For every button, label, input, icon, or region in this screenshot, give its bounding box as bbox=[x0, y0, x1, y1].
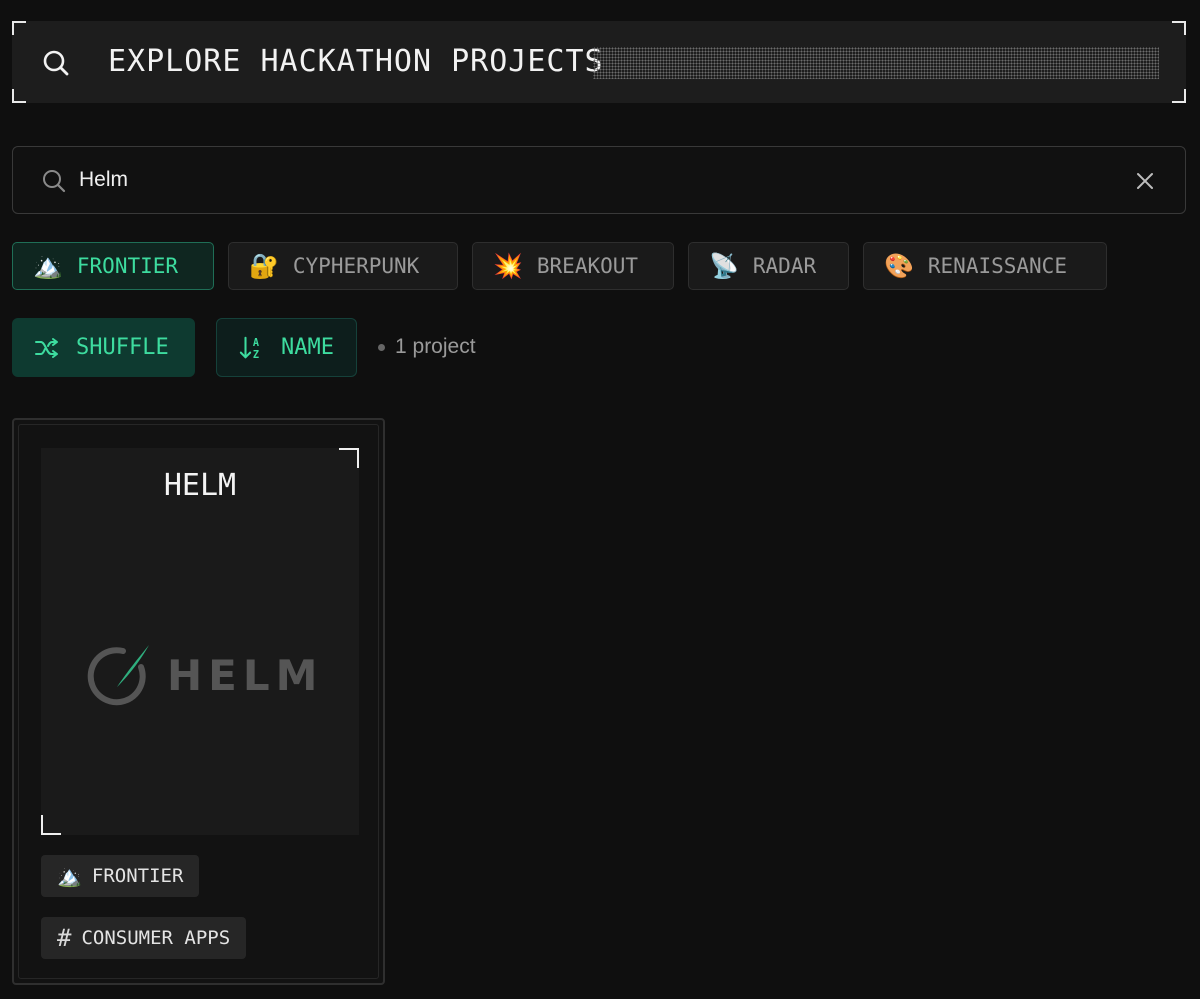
palette-icon: 🎨 bbox=[884, 252, 914, 280]
page-header: EXPLORE HACKATHON PROJECTS bbox=[12, 21, 1186, 103]
bullet-dot bbox=[378, 343, 385, 351]
track-chip-label: BREAKOUT bbox=[536, 254, 639, 278]
hash-icon: # bbox=[57, 924, 72, 952]
frame-corner bbox=[41, 815, 61, 835]
shuffle-icon bbox=[35, 337, 58, 358]
svg-text:Z: Z bbox=[253, 350, 259, 361]
project-count: 1 project bbox=[378, 335, 476, 359]
shuffle-button[interactable]: SHUFFLE bbox=[12, 318, 195, 377]
frame-corner bbox=[1172, 21, 1186, 35]
track-chip-label: CYPHERPUNK bbox=[292, 254, 420, 278]
project-card[interactable]: HELM HELM 🏔️ FRONTIER # CONSUMER APPS bbox=[12, 418, 385, 985]
track-tag[interactable]: 🏔️ FRONTIER bbox=[41, 855, 200, 897]
mountain-icon: 🏔️ bbox=[33, 252, 63, 280]
track-chip-frontier[interactable]: 🏔️ FRONTIER bbox=[12, 242, 214, 290]
project-thumbnail[interactable]: HELM HELM bbox=[41, 448, 359, 835]
page-title: EXPLORE HACKATHON PROJECTS bbox=[108, 44, 604, 79]
track-chip-label: FRONTIER bbox=[76, 254, 179, 278]
svg-text:A: A bbox=[253, 338, 259, 349]
track-chip-cypherpunk[interactable]: 🔐 CYPHERPUNK bbox=[228, 242, 458, 290]
frame-corner bbox=[1172, 89, 1186, 103]
search-bar bbox=[12, 146, 1186, 214]
sort-by-name-button[interactable]: A Z NAME bbox=[216, 318, 357, 377]
search-input[interactable] bbox=[79, 161, 1099, 199]
track-tag-label: FRONTIER bbox=[91, 865, 184, 887]
track-chip-renaissance[interactable]: 🎨 RENAISSANCE bbox=[863, 242, 1107, 290]
mountain-icon: 🏔️ bbox=[57, 864, 82, 888]
sort-button-label: NAME bbox=[281, 335, 334, 360]
track-chip-breakout[interactable]: 💥 BREAKOUT bbox=[472, 242, 674, 290]
search-icon bbox=[43, 50, 69, 76]
collision-icon: 💥 bbox=[493, 252, 523, 280]
dither-pattern bbox=[593, 47, 1159, 79]
track-chip-label: RADAR bbox=[752, 254, 817, 278]
satellite-dish-icon: 📡 bbox=[709, 252, 739, 280]
shuffle-button-label: SHUFFLE bbox=[76, 335, 169, 360]
lock-icon: 🔐 bbox=[249, 252, 279, 280]
frame-corner bbox=[12, 21, 26, 35]
track-chip-label: RENAISSANCE bbox=[927, 254, 1067, 278]
logo-wordmark: HELM bbox=[167, 651, 324, 700]
category-tag-label: CONSUMER APPS bbox=[81, 927, 231, 949]
project-count-text: 1 project bbox=[395, 335, 476, 358]
close-icon[interactable] bbox=[1133, 169, 1157, 193]
helm-logo-icon bbox=[87, 645, 149, 706]
project-logo: HELM bbox=[83, 643, 319, 707]
track-chip-radar[interactable]: 📡 RADAR bbox=[688, 242, 849, 290]
search-icon bbox=[43, 170, 66, 193]
frame-corner bbox=[339, 448, 359, 468]
project-title: HELM bbox=[163, 468, 237, 503]
category-tag[interactable]: # CONSUMER APPS bbox=[41, 917, 247, 959]
frame-corner bbox=[12, 89, 26, 103]
sort-alpha-icon: A Z bbox=[239, 336, 259, 361]
